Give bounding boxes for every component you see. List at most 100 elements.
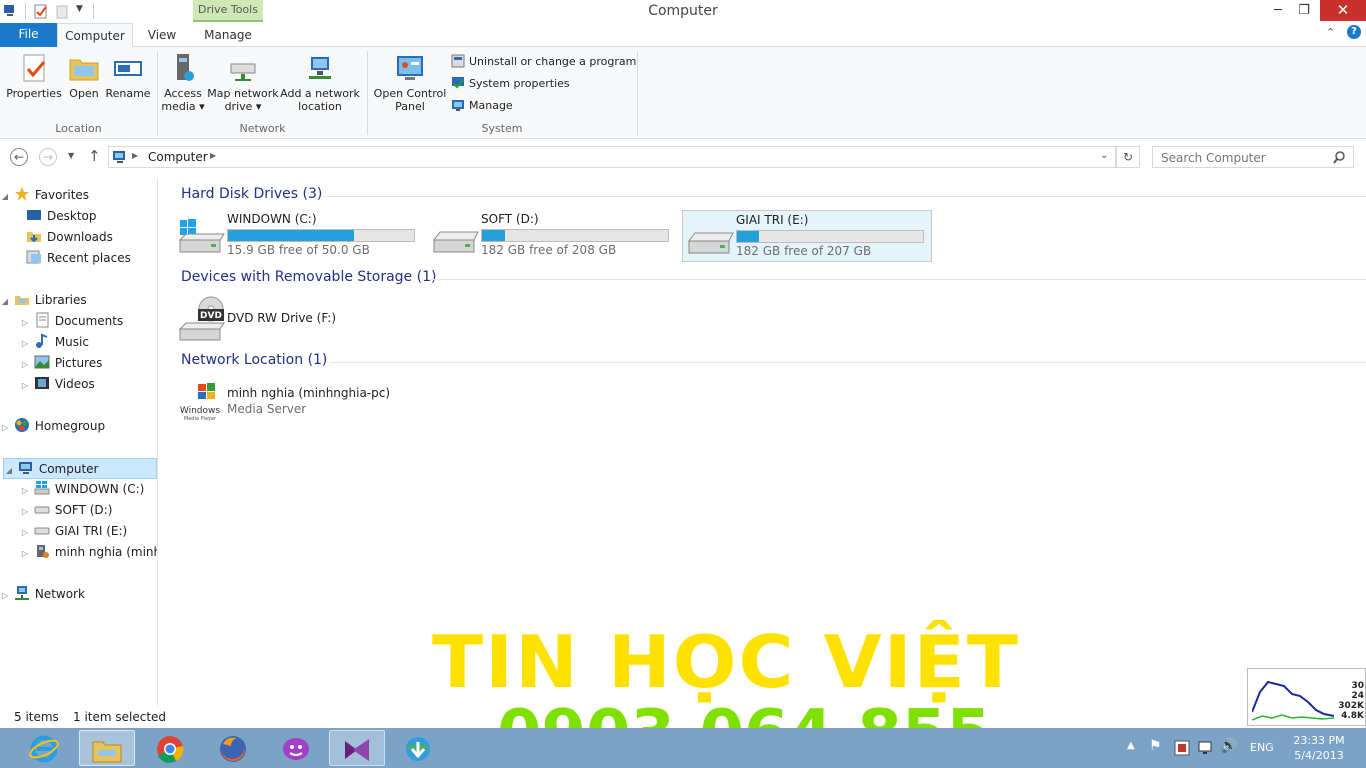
tab-manage[interactable]: Manage [193, 23, 263, 48]
collapsed-arrow-icon[interactable]: ▷ [20, 501, 30, 521]
taskbar-internet-download-manager[interactable] [390, 730, 446, 766]
address-dropdown-icon[interactable]: ⌄ [1100, 150, 1108, 161]
open-button[interactable]: Open [66, 52, 102, 100]
system-clock[interactable]: 23:33 PM 5/4/2013 [1284, 733, 1354, 763]
search-input[interactable] [1152, 146, 1354, 168]
nav-network[interactable]: ▷ Network [0, 584, 157, 605]
section-divider [430, 279, 1366, 280]
nav-favorites[interactable]: ◢ Favorites [0, 185, 157, 206]
collapsed-arrow-icon[interactable]: ▷ [20, 312, 30, 332]
nav-media-server[interactable]: ▷ minh nghia (minhnghia-pc) [0, 542, 157, 563]
nav-drive-c[interactable]: ▷ WINDOWN (C:) [0, 479, 157, 500]
expanded-arrow-icon[interactable]: ◢ [0, 186, 10, 206]
collapsed-arrow-icon[interactable]: ▷ [20, 480, 30, 500]
forward-button[interactable]: → [39, 148, 57, 166]
collapsed-arrow-icon[interactable]: ▷ [0, 585, 10, 605]
clock-date: 5/4/2013 [1294, 749, 1344, 762]
add-location-label-2: location [298, 100, 342, 113]
drive-tile-e[interactable]: GIAI TRI (E:) 182 GB free of 207 GB [682, 210, 932, 262]
section-removable-storage[interactable]: Devices with Removable Storage (1) [168, 269, 1366, 289]
input-language-indicator[interactable]: ENG [1250, 741, 1274, 754]
map-drive-label: Map network [207, 87, 279, 100]
collapse-ribbon-icon[interactable]: ⌃ [1326, 26, 1335, 39]
breadcrumb-computer[interactable]: Computer [148, 150, 208, 164]
map-network-drive-button[interactable]: Map network drive ▾ [207, 52, 279, 113]
rename-icon [114, 61, 142, 76]
nav-music[interactable]: ▷ Music [0, 332, 157, 353]
media-server-tile[interactable]: Windows Media Player minh nghia (minhngh… [174, 377, 424, 429]
drive-usage-bar [481, 229, 669, 242]
hard-drive-icon [34, 506, 50, 514]
rename-button[interactable]: Rename [105, 52, 151, 100]
nav-documents[interactable]: ▷ Documents [0, 311, 157, 332]
manage-button[interactable]: Manage [451, 97, 513, 115]
nav-videos-label: Videos [54, 377, 95, 391]
dvd-label: DVD [200, 311, 222, 321]
taskbar-internet-explorer[interactable] [16, 730, 72, 766]
expanded-arrow-icon[interactable]: ◢ [0, 291, 10, 311]
show-hidden-icons-icon[interactable]: ▲ [1127, 740, 1135, 751]
maximize-button[interactable]: ❐ [1291, 2, 1317, 20]
access-media-button[interactable]: Access media ▾ [160, 52, 206, 113]
properties-button[interactable]: Properties [6, 52, 62, 100]
taskbar-chrome[interactable] [142, 730, 198, 766]
nav-drive-d[interactable]: ▷ SOFT (D:) [0, 500, 157, 521]
access-media-icon [177, 54, 194, 81]
title-bar[interactable]: ▼ Computer Drive Tools ─ ❐ ✕ [0, 0, 1366, 23]
nav-documents-label: Documents [54, 314, 124, 328]
breadcrumb-separator-icon[interactable]: ▶ [132, 151, 138, 160]
collapsed-arrow-icon[interactable]: ▷ [20, 522, 30, 542]
collapsed-arrow-icon[interactable]: ▷ [20, 375, 30, 395]
videos-icon [34, 377, 49, 389]
expanded-arrow-icon[interactable]: ◢ [4, 460, 14, 478]
nav-recent-places[interactable]: Recent places [0, 248, 157, 269]
recent-locations-icon[interactable]: ▼ [68, 151, 74, 160]
nav-desktop[interactable]: Desktop [0, 206, 157, 227]
close-button[interactable]: ✕ [1320, 0, 1366, 21]
minimize-button[interactable]: ─ [1265, 2, 1291, 20]
nav-libraries[interactable]: ◢ Libraries [0, 290, 157, 311]
nav-drive-d-label: SOFT (D:) [54, 503, 113, 517]
drive-tile-d[interactable]: SOFT (D:) 182 GB free of 208 GB [428, 210, 678, 262]
search-icon[interactable] [1333, 151, 1346, 164]
up-button[interactable]: ↑ [88, 147, 101, 165]
hard-drive-icon [34, 527, 50, 535]
open-control-panel-button[interactable]: Open Control Panel [372, 52, 448, 113]
add-network-location-button[interactable]: Add a network location [280, 52, 360, 113]
nav-drive-e[interactable]: ▷ GIAI TRI (E:) [0, 521, 157, 542]
collapsed-arrow-icon[interactable]: ▷ [0, 417, 10, 437]
nav-pictures[interactable]: ▷ Pictures [0, 353, 157, 374]
dvd-drive-name: DVD RW Drive (F:) [227, 311, 337, 325]
taskbar-file-explorer[interactable] [79, 730, 135, 766]
collapsed-arrow-icon[interactable]: ▷ [20, 333, 30, 353]
volume-icon[interactable]: 🔊 [1220, 738, 1237, 754]
tab-file[interactable]: File [0, 23, 57, 47]
ribbon: Properties Open Rename Location Access m… [0, 47, 1366, 139]
address-bar[interactable]: ▶ Computer ▶ ⌄ [108, 146, 1116, 168]
breadcrumb-separator-icon[interactable]: ▶ [210, 151, 216, 160]
section-hard-disk-drives[interactable]: Hard Disk Drives (3) [168, 186, 1366, 206]
collapsed-arrow-icon[interactable]: ▷ [20, 354, 30, 374]
nav-downloads[interactable]: Downloads [0, 227, 157, 248]
tab-computer[interactable]: Computer [57, 23, 133, 48]
dvd-drive-tile[interactable]: DVD DVD RW Drive (F:) [174, 293, 424, 345]
section-network-location[interactable]: Network Location (1) [168, 352, 1366, 372]
collapsed-arrow-icon[interactable]: ▷ [20, 543, 30, 563]
idm-tray-icon[interactable] [1174, 740, 1190, 756]
refresh-button[interactable]: ↻ [1116, 146, 1140, 168]
nav-computer[interactable]: ◢ Computer [3, 458, 157, 479]
system-properties-button[interactable]: System properties [451, 75, 570, 93]
uninstall-program-button[interactable]: Uninstall or change a program [451, 53, 636, 71]
action-center-flag-icon[interactable]: ⚑ [1149, 738, 1162, 754]
taskbar-firefox[interactable] [205, 730, 261, 766]
tab-view[interactable]: View [140, 23, 184, 48]
back-button[interactable]: ← [10, 148, 28, 166]
taskbar-visual-studio[interactable] [329, 730, 385, 766]
drive-tile-c[interactable]: WINDOWN (C:) 15.9 GB free of 50.0 GB [174, 210, 424, 262]
nav-videos[interactable]: ▷ Videos [0, 374, 157, 395]
taskbar-yahoo-messenger[interactable] [268, 730, 324, 766]
network-tray-icon[interactable] [1197, 740, 1213, 756]
computer-icon [113, 151, 125, 163]
help-icon[interactable]: ? [1347, 25, 1361, 39]
nav-homegroup[interactable]: ▷ Homegroup [0, 416, 157, 437]
